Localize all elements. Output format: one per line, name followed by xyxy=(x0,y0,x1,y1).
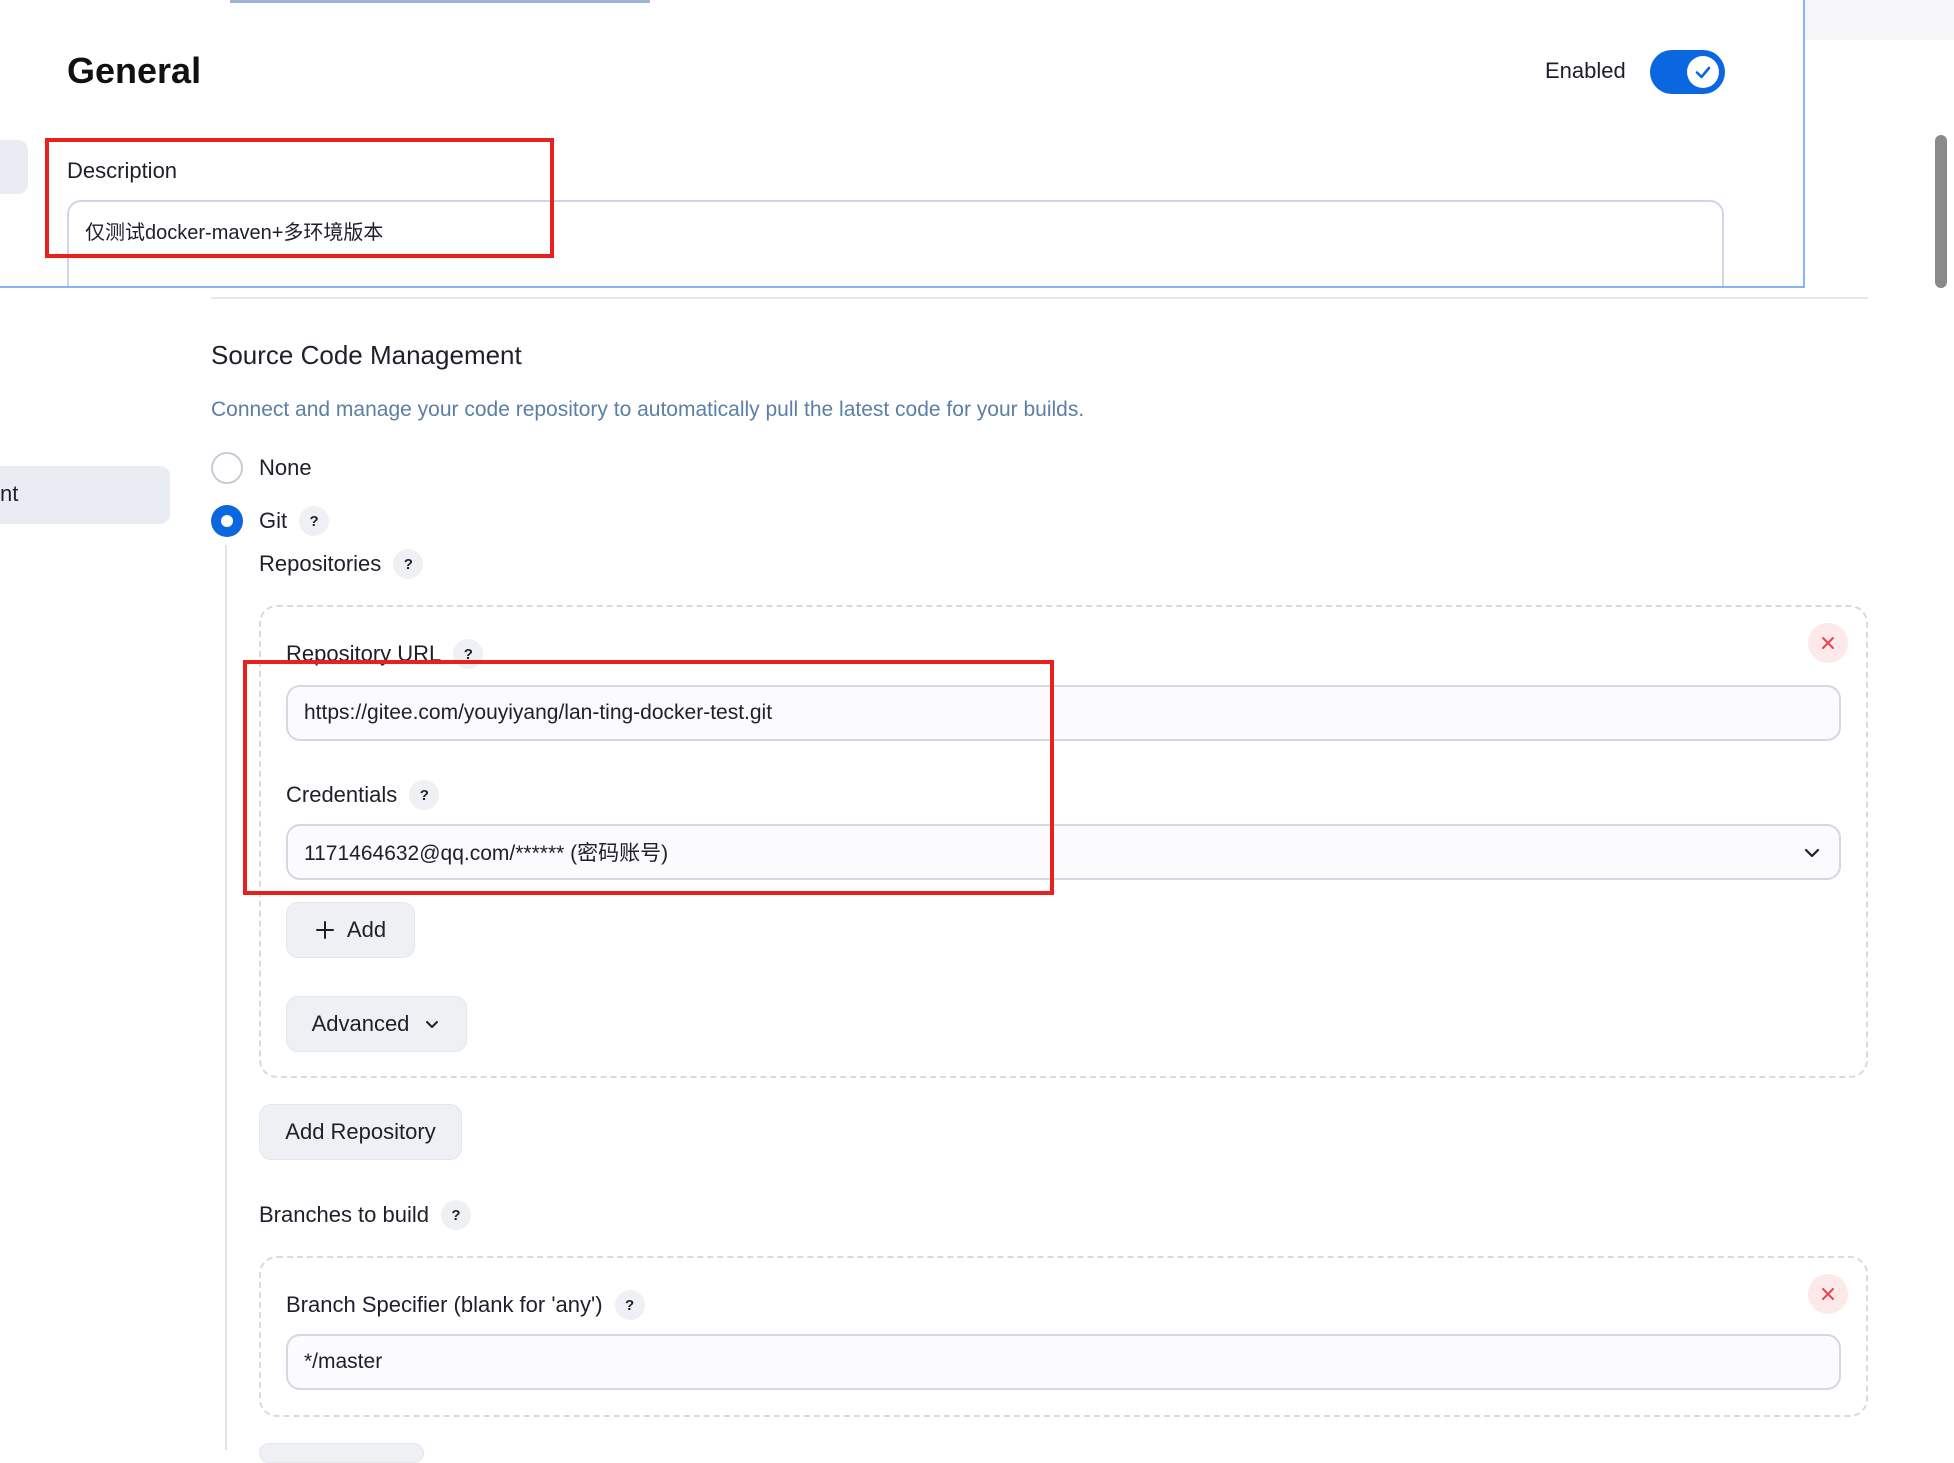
branch-specifier-value: */master xyxy=(304,1350,383,1373)
repository-url-input[interactable]: https://gitee.com/youyiyang/lan-ting-doc… xyxy=(286,685,1841,741)
help-icon[interactable]: ? xyxy=(409,780,440,810)
scm-section-title: Source Code Management xyxy=(211,340,522,370)
advanced-label: Advanced xyxy=(311,1011,410,1036)
chevron-down-icon xyxy=(423,1015,441,1033)
scm-option-label: Git xyxy=(259,508,288,533)
remove-branch-button[interactable] xyxy=(1808,1274,1848,1314)
advanced-button[interactable]: Advanced xyxy=(286,996,467,1052)
add-credentials-button[interactable]: Add xyxy=(286,902,415,958)
general-panel: General Enabled Description 仅测试docker-ma… xyxy=(0,0,1805,288)
branch-specifier-heading: Branch Specifier (blank for 'any') ? xyxy=(286,1290,645,1320)
radio-none[interactable] xyxy=(211,452,243,484)
help-icon[interactable]: ? xyxy=(441,1200,471,1230)
remove-repository-button[interactable] xyxy=(1808,623,1848,663)
sidebar-item-label: nt xyxy=(0,481,19,506)
credentials-label: Credentials xyxy=(286,782,398,807)
branches-heading: Branches to build ? xyxy=(259,1200,471,1230)
help-icon[interactable]: ? xyxy=(393,549,424,579)
description-label: Description xyxy=(67,158,178,183)
help-icon[interactable]: ? xyxy=(299,506,330,536)
credentials-value: 1171464632@qq.com/****** (密码账号) xyxy=(304,842,669,865)
section-divider xyxy=(211,297,1868,299)
add-repository-label: Add Repository xyxy=(285,1119,436,1144)
check-icon xyxy=(1687,56,1719,88)
branch-specifier-input[interactable]: */master xyxy=(286,1334,1841,1390)
add-repository-button[interactable]: Add Repository xyxy=(259,1104,462,1160)
scm-option-label: None xyxy=(259,455,312,480)
branches-label: Branches to build xyxy=(259,1202,429,1227)
add-branch-button-partial[interactable] xyxy=(259,1443,424,1463)
tab-indicator xyxy=(230,0,650,3)
enabled-toggle[interactable] xyxy=(1650,50,1725,94)
close-icon xyxy=(1822,637,1834,649)
enabled-label: Enabled xyxy=(1545,58,1626,83)
scrollbar[interactable] xyxy=(1935,135,1947,288)
close-icon xyxy=(1822,1288,1834,1300)
radio-git[interactable] xyxy=(211,505,243,537)
plus-icon xyxy=(315,920,335,940)
branch-specifier-label: Branch Specifier (blank for 'any') xyxy=(286,1292,603,1317)
description-value: 仅测试docker-maven+多环境版本 xyxy=(85,222,384,244)
help-icon[interactable]: ? xyxy=(453,639,484,669)
credentials-select[interactable]: 1171464632@qq.com/****** (密码账号) xyxy=(286,824,1841,880)
scm-option-git[interactable]: Git ? xyxy=(211,505,330,537)
scm-option-none[interactable]: None xyxy=(211,452,312,484)
scm-section-description: Connect and manage your code repository … xyxy=(211,398,1085,421)
repositories-label: Repositories xyxy=(259,551,382,576)
top-right-background xyxy=(1805,0,1954,40)
add-credentials-label: Add xyxy=(346,917,387,942)
repository-url-value: https://gitee.com/youyiyang/lan-ting-doc… xyxy=(304,701,773,724)
sidebar-item-source-code-management[interactable]: nt xyxy=(0,466,170,524)
help-icon[interactable]: ? xyxy=(614,1290,645,1320)
chevron-down-icon xyxy=(1801,842,1823,870)
sidebar-item-partial[interactable] xyxy=(0,140,28,194)
repositories-heading: Repositories ? xyxy=(259,549,424,579)
general-section-title: General xyxy=(67,50,202,91)
description-field[interactable]: 仅测试docker-maven+多环境版本 xyxy=(67,200,1724,286)
repository-url-heading: Repository URL ? xyxy=(286,639,484,669)
git-options-guide xyxy=(225,545,227,1450)
repository-url-label: Repository URL xyxy=(286,641,442,666)
credentials-heading: Credentials ? xyxy=(286,780,440,810)
